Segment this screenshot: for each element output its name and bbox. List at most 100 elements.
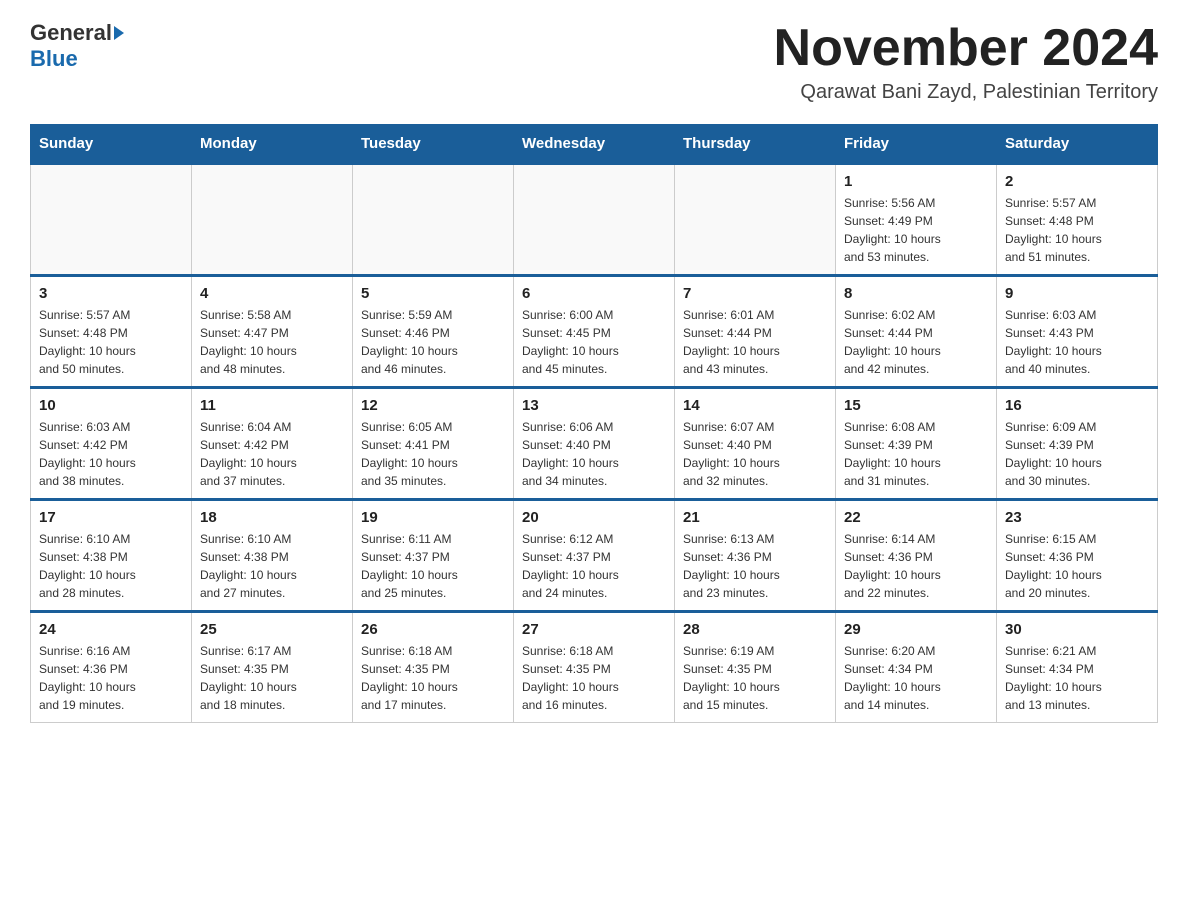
- day-info: Sunrise: 6:01 AM Sunset: 4:44 PM Dayligh…: [683, 306, 827, 378]
- day-info: Sunrise: 6:06 AM Sunset: 4:40 PM Dayligh…: [522, 418, 666, 490]
- calendar-cell: 29 Sunrise: 6:20 AM Sunset: 4:34 PM Dayli…: [836, 612, 997, 723]
- header: General Blue November 2024 Qarawat Bani …: [30, 20, 1158, 104]
- day-info: Sunrise: 6:13 AM Sunset: 4:36 PM Dayligh…: [683, 530, 827, 602]
- day-info: Sunrise: 6:10 AM Sunset: 4:38 PM Dayligh…: [200, 530, 344, 602]
- logo: General Blue: [30, 20, 126, 72]
- day-number: 10: [39, 397, 183, 414]
- day-number: 12: [361, 397, 505, 414]
- day-number: 7: [683, 285, 827, 302]
- day-info: Sunrise: 6:18 AM Sunset: 4:35 PM Dayligh…: [361, 642, 505, 714]
- day-info: Sunrise: 6:17 AM Sunset: 4:35 PM Dayligh…: [200, 642, 344, 714]
- calendar-cell: 11 Sunrise: 6:04 AM Sunset: 4:42 PM Dayli…: [192, 388, 353, 500]
- day-info: Sunrise: 6:04 AM Sunset: 4:42 PM Dayligh…: [200, 418, 344, 490]
- title-area: November 2024 Qarawat Bani Zayd, Palesti…: [774, 20, 1158, 104]
- day-info: Sunrise: 6:21 AM Sunset: 4:34 PM Dayligh…: [1005, 642, 1149, 714]
- calendar-week-5: 24 Sunrise: 6:16 AM Sunset: 4:36 PM Dayli…: [31, 612, 1158, 723]
- calendar-cell: 21 Sunrise: 6:13 AM Sunset: 4:36 PM Dayli…: [675, 500, 836, 612]
- day-info: Sunrise: 6:16 AM Sunset: 4:36 PM Dayligh…: [39, 642, 183, 714]
- header-row: Sunday Monday Tuesday Wednesday Thursday…: [31, 125, 1158, 164]
- day-info: Sunrise: 5:58 AM Sunset: 4:47 PM Dayligh…: [200, 306, 344, 378]
- day-info: Sunrise: 6:18 AM Sunset: 4:35 PM Dayligh…: [522, 642, 666, 714]
- calendar-cell: 9Sunrise: 6:03 AM Sunset: 4:43 PM Daylig…: [997, 276, 1158, 388]
- logo-general-text: General: [30, 20, 112, 46]
- day-info: Sunrise: 6:05 AM Sunset: 4:41 PM Dayligh…: [361, 418, 505, 490]
- calendar-cell: [353, 164, 514, 276]
- calendar-cell: 12 Sunrise: 6:05 AM Sunset: 4:41 PM Dayli…: [353, 388, 514, 500]
- day-info: Sunrise: 6:09 AM Sunset: 4:39 PM Dayligh…: [1005, 418, 1149, 490]
- day-info: Sunrise: 6:20 AM Sunset: 4:34 PM Dayligh…: [844, 642, 988, 714]
- calendar-cell: 30 Sunrise: 6:21 AM Sunset: 4:34 PM Dayli…: [997, 612, 1158, 723]
- calendar-week-3: 10Sunrise: 6:03 AM Sunset: 4:42 PM Dayli…: [31, 388, 1158, 500]
- calendar-cell: [514, 164, 675, 276]
- calendar-cell: 4 Sunrise: 5:58 AM Sunset: 4:47 PM Daylig…: [192, 276, 353, 388]
- day-number: 29: [844, 621, 988, 638]
- day-number: 2: [1005, 173, 1149, 190]
- header-sunday: Sunday: [31, 125, 192, 164]
- day-info: Sunrise: 6:10 AM Sunset: 4:38 PM Dayligh…: [39, 530, 183, 602]
- logo-blue-text: Blue: [30, 46, 78, 71]
- calendar-cell: 20Sunrise: 6:12 AM Sunset: 4:37 PM Dayli…: [514, 500, 675, 612]
- calendar-cell: 23 Sunrise: 6:15 AM Sunset: 4:36 PM Dayli…: [997, 500, 1158, 612]
- day-number: 28: [683, 621, 827, 638]
- calendar-cell: 19 Sunrise: 6:11 AM Sunset: 4:37 PM Dayli…: [353, 500, 514, 612]
- calendar-cell: 26 Sunrise: 6:18 AM Sunset: 4:35 PM Dayli…: [353, 612, 514, 723]
- day-number: 26: [361, 621, 505, 638]
- calendar-cell: 5 Sunrise: 5:59 AM Sunset: 4:46 PM Daylig…: [353, 276, 514, 388]
- calendar-cell: [31, 164, 192, 276]
- calendar-cell: 1Sunrise: 5:56 AM Sunset: 4:49 PM Daylig…: [836, 164, 997, 276]
- calendar-cell: 10Sunrise: 6:03 AM Sunset: 4:42 PM Dayli…: [31, 388, 192, 500]
- day-info: Sunrise: 5:57 AM Sunset: 4:48 PM Dayligh…: [39, 306, 183, 378]
- day-number: 30: [1005, 621, 1149, 638]
- logo-arrow-icon: [114, 26, 124, 40]
- calendar-cell: 27 Sunrise: 6:18 AM Sunset: 4:35 PM Dayli…: [514, 612, 675, 723]
- day-number: 22: [844, 509, 988, 526]
- calendar-cell: 17Sunrise: 6:10 AM Sunset: 4:38 PM Dayli…: [31, 500, 192, 612]
- header-tuesday: Tuesday: [353, 125, 514, 164]
- day-info: Sunrise: 5:56 AM Sunset: 4:49 PM Dayligh…: [844, 194, 988, 266]
- calendar-cell: [192, 164, 353, 276]
- day-number: 15: [844, 397, 988, 414]
- day-number: 19: [361, 509, 505, 526]
- calendar-cell: 7 Sunrise: 6:01 AM Sunset: 4:44 PM Daylig…: [675, 276, 836, 388]
- day-number: 21: [683, 509, 827, 526]
- day-info: Sunrise: 5:57 AM Sunset: 4:48 PM Dayligh…: [1005, 194, 1149, 266]
- day-info: Sunrise: 6:15 AM Sunset: 4:36 PM Dayligh…: [1005, 530, 1149, 602]
- day-number: 24: [39, 621, 183, 638]
- day-number: 16: [1005, 397, 1149, 414]
- day-number: 8: [844, 285, 988, 302]
- header-friday: Friday: [836, 125, 997, 164]
- calendar-week-1: 1Sunrise: 5:56 AM Sunset: 4:49 PM Daylig…: [31, 164, 1158, 276]
- header-wednesday: Wednesday: [514, 125, 675, 164]
- day-number: 6: [522, 285, 666, 302]
- day-number: 11: [200, 397, 344, 414]
- header-thursday: Thursday: [675, 125, 836, 164]
- header-saturday: Saturday: [997, 125, 1158, 164]
- calendar-cell: 25 Sunrise: 6:17 AM Sunset: 4:35 PM Dayli…: [192, 612, 353, 723]
- calendar-cell: 8 Sunrise: 6:02 AM Sunset: 4:44 PM Daylig…: [836, 276, 997, 388]
- month-title: November 2024: [774, 20, 1158, 77]
- day-number: 23: [1005, 509, 1149, 526]
- day-info: Sunrise: 6:14 AM Sunset: 4:36 PM Dayligh…: [844, 530, 988, 602]
- calendar-cell: 3Sunrise: 5:57 AM Sunset: 4:48 PM Daylig…: [31, 276, 192, 388]
- day-number: 27: [522, 621, 666, 638]
- day-number: 13: [522, 397, 666, 414]
- day-info: Sunrise: 6:00 AM Sunset: 4:45 PM Dayligh…: [522, 306, 666, 378]
- calendar-cell: 18Sunrise: 6:10 AM Sunset: 4:38 PM Dayli…: [192, 500, 353, 612]
- day-info: Sunrise: 6:02 AM Sunset: 4:44 PM Dayligh…: [844, 306, 988, 378]
- calendar-cell: 13 Sunrise: 6:06 AM Sunset: 4:40 PM Dayli…: [514, 388, 675, 500]
- location-subtitle: Qarawat Bani Zayd, Palestinian Territory: [774, 81, 1158, 104]
- day-number: 5: [361, 285, 505, 302]
- calendar-cell: 28 Sunrise: 6:19 AM Sunset: 4:35 PM Dayli…: [675, 612, 836, 723]
- day-info: Sunrise: 6:11 AM Sunset: 4:37 PM Dayligh…: [361, 530, 505, 602]
- day-info: Sunrise: 6:19 AM Sunset: 4:35 PM Dayligh…: [683, 642, 827, 714]
- calendar-cell: 16 Sunrise: 6:09 AM Sunset: 4:39 PM Dayli…: [997, 388, 1158, 500]
- calendar-week-2: 3Sunrise: 5:57 AM Sunset: 4:48 PM Daylig…: [31, 276, 1158, 388]
- day-number: 25: [200, 621, 344, 638]
- calendar-week-4: 17Sunrise: 6:10 AM Sunset: 4:38 PM Dayli…: [31, 500, 1158, 612]
- day-number: 4: [200, 285, 344, 302]
- header-monday: Monday: [192, 125, 353, 164]
- calendar-table: Sunday Monday Tuesday Wednesday Thursday…: [30, 124, 1158, 723]
- day-info: Sunrise: 5:59 AM Sunset: 4:46 PM Dayligh…: [361, 306, 505, 378]
- day-info: Sunrise: 6:03 AM Sunset: 4:43 PM Dayligh…: [1005, 306, 1149, 378]
- day-info: Sunrise: 6:12 AM Sunset: 4:37 PM Dayligh…: [522, 530, 666, 602]
